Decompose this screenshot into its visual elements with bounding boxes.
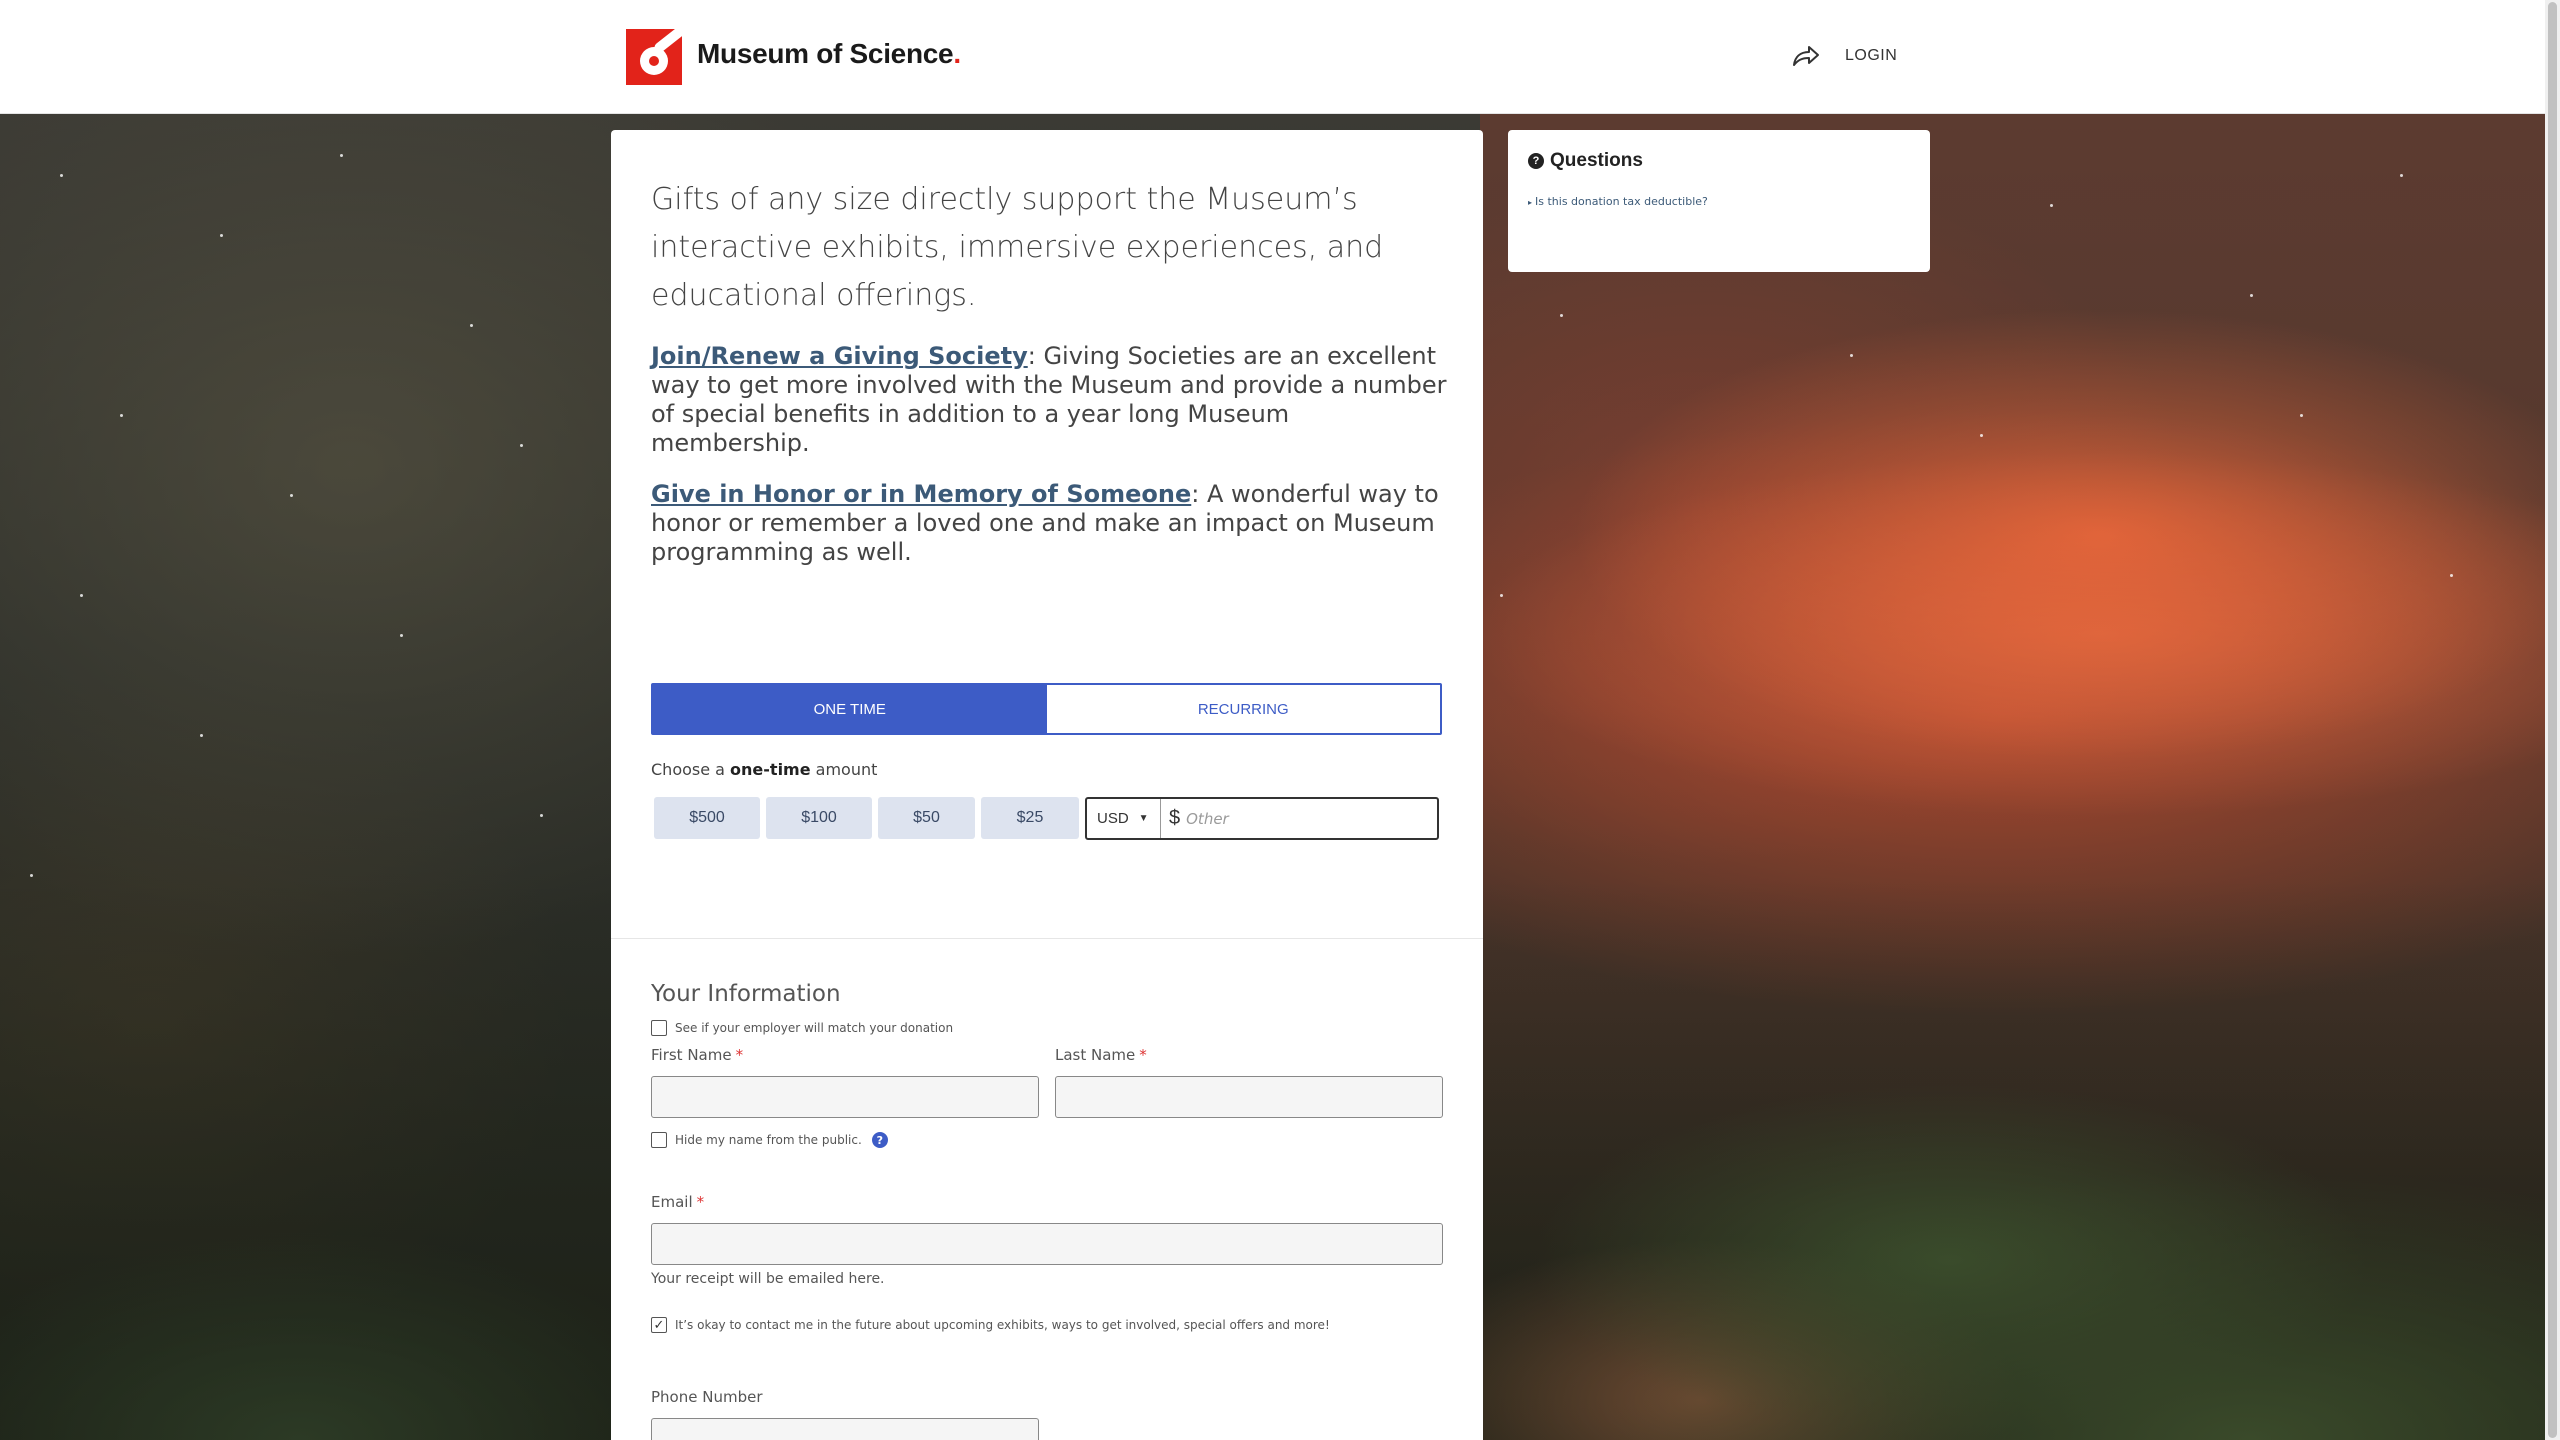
employer-match-row: See if your employer will match your don…: [651, 1020, 953, 1036]
amount-option-50[interactable]: $50: [878, 797, 975, 839]
phone-field[interactable]: [651, 1418, 1039, 1440]
share-icon[interactable]: [1792, 44, 1820, 68]
amount-option-500[interactable]: $500: [654, 797, 760, 839]
honor-paragraph: Give in Honor or in Memory of Someone: A…: [651, 480, 1439, 566]
employer-match-checkbox[interactable]: [651, 1020, 667, 1036]
first-name-field[interactable]: [651, 1076, 1039, 1118]
email-label: Email *: [651, 1193, 705, 1211]
amount-option-25[interactable]: $25: [981, 797, 1079, 839]
choose-amount-label: Choose a one-time amount: [651, 760, 878, 779]
giving-society-paragraph: Join/Renew a Giving Society: Giving Soci…: [651, 342, 1447, 457]
donation-form-card: Gifts of any size directly support the M…: [611, 130, 1483, 1440]
help-icon[interactable]: ?: [871, 1132, 888, 1148]
scrollbar-thumb[interactable]: [2548, 2, 2557, 1438]
last-name-label: Last Name *: [1055, 1046, 1147, 1064]
museum-logo-icon[interactable]: [626, 29, 682, 85]
caret-right-icon: ▸: [1528, 198, 1533, 207]
faq-item-tax-deductible[interactable]: ▸ Is this donation tax deductible?: [1528, 195, 1708, 208]
other-amount-group: USD ▼ $: [1085, 797, 1439, 840]
site-header: Museum of Science. LOGIN: [0, 0, 2545, 114]
caret-down-icon: ▼: [1138, 813, 1149, 824]
phone-label: Phone Number: [651, 1388, 763, 1406]
honor-memory-link[interactable]: Give in Honor or in Memory of Someone: [651, 480, 1191, 508]
amount-option-100[interactable]: $100: [766, 797, 872, 839]
hide-name-row: Hide my name from the public. ?: [651, 1132, 888, 1148]
questions-card: ? Questions ▸ Is this donation tax deduct…: [1508, 130, 1930, 272]
intro-text: Gifts of any size directly support the M…: [651, 182, 1384, 313]
contact-consent-checkbox[interactable]: ✓: [651, 1317, 667, 1333]
email-field[interactable]: [651, 1223, 1443, 1265]
page-scrollbar[interactable]: [2545, 0, 2560, 1440]
tab-recurring[interactable]: RECURRING: [1046, 685, 1440, 733]
other-amount-input[interactable]: [1186, 799, 1437, 838]
hide-name-checkbox[interactable]: [651, 1132, 667, 1148]
section-divider: [611, 938, 1483, 939]
your-information-title: Your Information: [651, 981, 841, 1007]
dollar-sign: $: [1169, 807, 1181, 829]
giving-society-link[interactable]: Join/Renew a Giving Society: [651, 342, 1028, 370]
questions-title: ? Questions: [1528, 150, 1643, 172]
login-link[interactable]: LOGIN: [1845, 47, 1897, 65]
tab-one-time[interactable]: ONE TIME: [653, 685, 1047, 733]
contact-consent-row: ✓ It’s okay to contact me in the future …: [651, 1317, 1330, 1333]
currency-select[interactable]: USD ▼: [1087, 799, 1161, 838]
email-hint: Your receipt will be emailed here.: [651, 1271, 885, 1287]
brand-name[interactable]: Museum of Science.: [697, 38, 961, 70]
last-name-field[interactable]: [1055, 1076, 1443, 1118]
frequency-toggle: ONE TIME RECURRING: [651, 683, 1442, 735]
question-circle-icon: ?: [1528, 153, 1544, 169]
first-name-label: First Name *: [651, 1046, 744, 1064]
